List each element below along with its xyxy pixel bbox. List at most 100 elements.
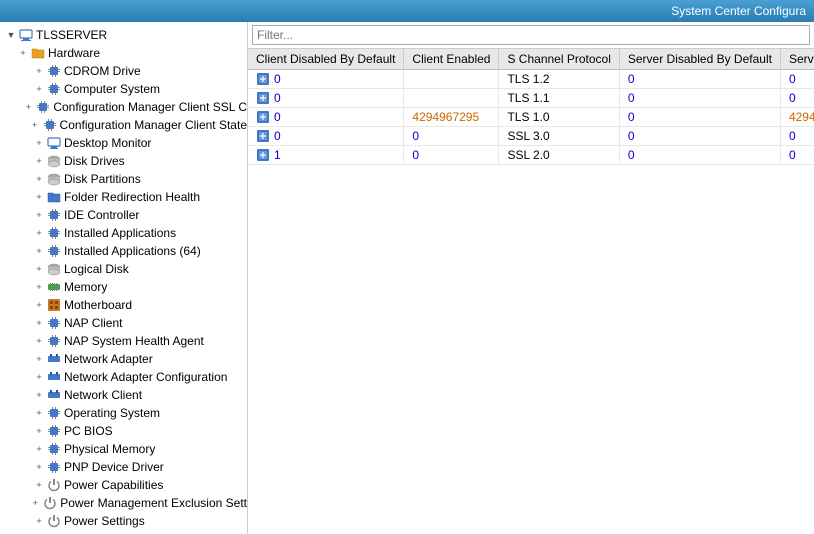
expand-icon-pnp-device[interactable]: + <box>32 460 46 474</box>
expand-icon-operating-system[interactable]: + <box>32 406 46 420</box>
expand-icon-disk-partitions[interactable]: + <box>32 172 46 186</box>
col-header-0[interactable]: Client Disabled By Default <box>248 49 404 70</box>
tree-item-pc-bios[interactable]: + PC BIOS <box>0 422 247 440</box>
expand-icon-network-client[interactable]: + <box>32 388 46 402</box>
cell-client-enabled-0 <box>404 70 499 89</box>
tree-icon-logical-disk <box>46 261 62 277</box>
tree-item-computer-system[interactable]: +Computer System <box>0 80 247 98</box>
cell-client-disabled-3: 0 <box>248 127 404 146</box>
expand-icon-hardware[interactable]: + <box>16 46 30 60</box>
tree-icon-pnp-device <box>46 459 62 475</box>
root-expand-icon[interactable]: ▼ <box>4 28 18 42</box>
expand-icon-nap-health[interactable]: + <box>32 334 46 348</box>
tree-icon-cm-client-ssl <box>35 99 51 115</box>
tree-item-nap-health[interactable]: +NAP System Health Agent <box>0 332 247 350</box>
expand-icon-power-settings[interactable]: + <box>32 514 46 528</box>
expand-icon-computer-system[interactable]: + <box>32 82 46 96</box>
tree-item-physical-memory[interactable]: + Physical Memory <box>0 440 247 458</box>
expand-icon-installed-apps-64[interactable]: + <box>32 244 46 258</box>
table-row-2[interactable]: 04294967295TLS 1.004294967295 <box>248 108 814 127</box>
main-area: ▼ TLSSERVER +Hardware+CDROM Drive+Comput… <box>0 22 814 534</box>
expand-icon-disk-drives[interactable]: + <box>32 154 46 168</box>
tree-item-operating-system[interactable]: +Operating System <box>0 404 247 422</box>
tree-item-ide-controller[interactable]: +IDE Controller <box>0 206 247 224</box>
tree-label-network-adapter: Network Adapter <box>64 352 153 366</box>
tree-item-net-adapter-config[interactable]: +Network Adapter Configuration <box>0 368 247 386</box>
tree-item-hardware[interactable]: +Hardware <box>0 44 247 62</box>
tree-label-power-settings: Power Settings <box>64 514 145 528</box>
tree-item-motherboard[interactable]: +Motherboard <box>0 296 247 314</box>
tree-label-nap-client: NAP Client <box>64 316 122 330</box>
tree-icon-operating-system <box>46 405 62 421</box>
cell-protocol-4: SSL 2.0 <box>499 146 619 165</box>
tree-item-pnp-device[interactable]: +PNP Device Driver <box>0 458 247 476</box>
tree-icon-installed-apps <box>46 225 62 241</box>
expand-icon-physical-memory[interactable]: + <box>32 442 46 456</box>
table-row-3[interactable]: 00SSL 3.000 <box>248 127 814 146</box>
tree-item-cdrom[interactable]: +CDROM Drive <box>0 62 247 80</box>
tree-item-disk-partitions[interactable]: + Disk Partitions <box>0 170 247 188</box>
tree-label-memory: Memory <box>64 280 107 294</box>
tree-icon-disk-drives <box>46 153 62 169</box>
cell-server-disabled-1: 0 <box>619 89 780 108</box>
filter-bar <box>248 22 814 49</box>
expand-icon-motherboard[interactable]: + <box>32 298 46 312</box>
tree-item-memory[interactable]: + Memory <box>0 278 247 296</box>
cell-server-enabled-0: 0 <box>780 70 814 89</box>
expand-icon-installed-apps[interactable]: + <box>32 226 46 240</box>
tree-item-installed-apps[interactable]: +Installed Applications <box>0 224 247 242</box>
expand-icon-net-adapter-config[interactable]: + <box>32 370 46 384</box>
col-header-2[interactable]: S Channel Protocol <box>499 49 619 70</box>
tree-item-network-adapter[interactable]: + Network Adapter <box>0 350 247 368</box>
table-row-4[interactable]: 10SSL 2.000 <box>248 146 814 165</box>
tree-root-item[interactable]: ▼ TLSSERVER <box>0 26 247 44</box>
tree-item-desktop-monitor[interactable]: +Desktop Monitor <box>0 134 247 152</box>
tree-icon-motherboard <box>46 297 62 313</box>
tree-item-processor[interactable]: +Processor <box>0 530 247 534</box>
expand-icon-nap-client[interactable]: + <box>32 316 46 330</box>
cell-server-disabled-0: 0 <box>619 70 780 89</box>
expand-icon-cm-client-ssl[interactable]: + <box>21 100 35 114</box>
tree-item-cm-client-ssl[interactable]: +Configuration Manager Client SSL C <box>0 98 247 116</box>
expand-icon-ide-controller[interactable]: + <box>32 208 46 222</box>
expand-icon-cdrom[interactable]: + <box>32 64 46 78</box>
tree-label-disk-partitions: Disk Partitions <box>64 172 141 186</box>
tree-item-folder-redirection[interactable]: +Folder Redirection Health <box>0 188 247 206</box>
tree-label-pc-bios: PC BIOS <box>64 424 113 438</box>
tree-item-installed-apps-64[interactable]: +Installed Applications (64) <box>0 242 247 260</box>
tree-icon-folder-redirection <box>46 189 62 205</box>
tree-items-container: +Hardware+CDROM Drive+Computer System+Co… <box>0 44 247 534</box>
tree-label-disk-drives: Disk Drives <box>64 154 125 168</box>
expand-icon-cm-client-state[interactable]: + <box>28 118 42 132</box>
tree-label-physical-memory: Physical Memory <box>64 442 155 456</box>
tree-item-power-settings[interactable]: + Power Settings <box>0 512 247 530</box>
expand-icon-memory[interactable]: + <box>32 280 46 294</box>
tree-icon-power-mgmt <box>42 495 58 511</box>
tree-item-disk-drives[interactable]: + Disk Drives <box>0 152 247 170</box>
expand-icon-power-cap[interactable]: + <box>32 478 46 492</box>
tree-item-power-cap[interactable]: +Power Capabilities <box>0 476 247 494</box>
col-header-1[interactable]: Client Enabled <box>404 49 499 70</box>
col-header-4[interactable]: Server Enabled <box>780 49 814 70</box>
expand-icon-folder-redirection[interactable]: + <box>32 190 46 204</box>
tree-item-logical-disk[interactable]: + Logical Disk <box>0 260 247 278</box>
col-header-3[interactable]: Server Disabled By Default <box>619 49 780 70</box>
tree-icon-disk-partitions <box>46 171 62 187</box>
table-row-1[interactable]: 0TLS 1.100 <box>248 89 814 108</box>
tree-item-power-mgmt[interactable]: +Power Management Exclusion Sett <box>0 494 247 512</box>
tree-item-nap-client[interactable]: + NAP Client <box>0 314 247 332</box>
tree-icon-cdrom <box>46 63 62 79</box>
expand-icon-pc-bios[interactable]: + <box>32 424 46 438</box>
tree-item-cm-client-state[interactable]: +Configuration Manager Client State <box>0 116 247 134</box>
table-row-0[interactable]: 0TLS 1.200 <box>248 70 814 89</box>
expand-icon-logical-disk[interactable]: + <box>32 262 46 276</box>
cell-client-disabled-2: 0 <box>248 108 404 127</box>
filter-input[interactable] <box>252 25 810 45</box>
expand-icon-network-adapter[interactable]: + <box>32 352 46 366</box>
root-icon <box>18 27 34 43</box>
expand-icon-desktop-monitor[interactable]: + <box>32 136 46 150</box>
cell-client-disabled-1: 0 <box>248 89 404 108</box>
tree-label-logical-disk: Logical Disk <box>64 262 129 276</box>
expand-icon-power-mgmt[interactable]: + <box>28 496 42 510</box>
tree-item-network-client[interactable]: +Network Client <box>0 386 247 404</box>
